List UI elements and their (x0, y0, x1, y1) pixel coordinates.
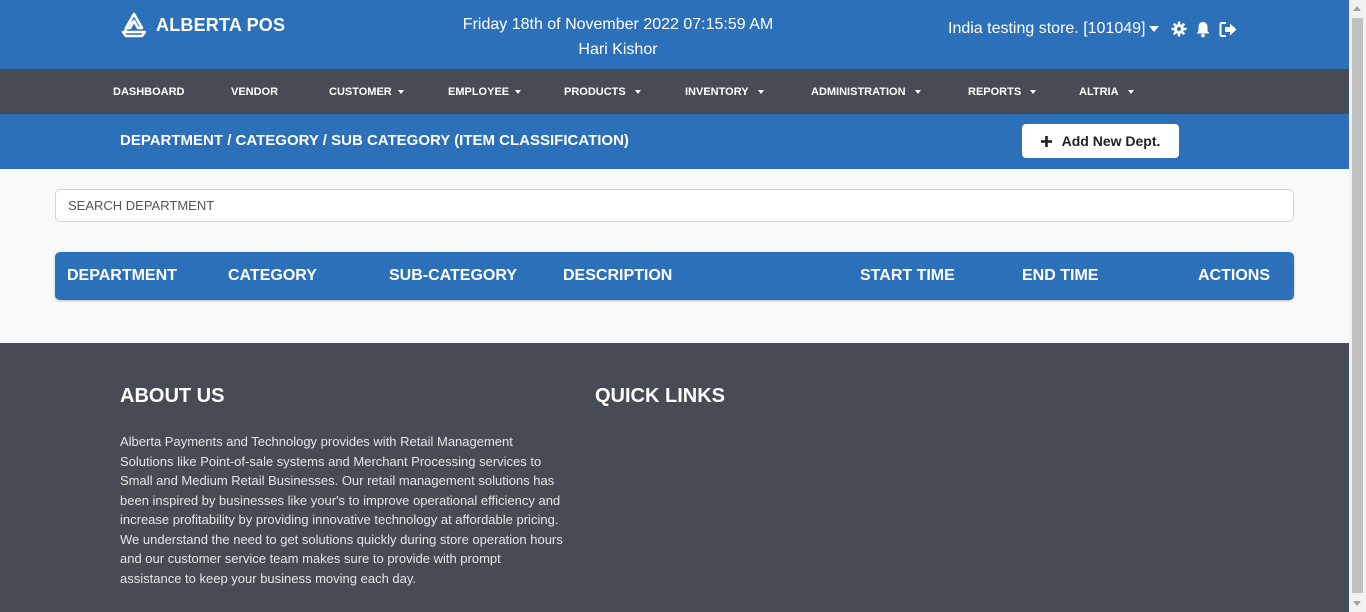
brand[interactable]: ALBERTA POS (120, 12, 285, 38)
add-new-dept-label: Add New Dept. (1061, 133, 1161, 149)
gear-icon[interactable] (1171, 21, 1187, 37)
scroll-up-arrow-icon[interactable] (1353, 6, 1361, 11)
nav-label: ALTRIA (1079, 85, 1119, 98)
page-scrollbar[interactable] (1349, 0, 1366, 612)
footer: ABOUT US Alberta Payments and Technology… (0, 343, 1349, 612)
scrollbar-thumb[interactable] (1352, 18, 1363, 593)
column-end-time: END TIME (1022, 267, 1099, 284)
column-sub-category: SUB-CATEGORY (389, 267, 517, 284)
column-category: CATEGORY (228, 267, 317, 284)
nav-administration[interactable]: ADMINISTRATION (811, 69, 921, 114)
column-description: DESCRIPTION (563, 267, 673, 284)
caret-down-icon (1149, 26, 1160, 32)
column-actions: ACTIONS (1198, 267, 1270, 284)
nav-label: VENDOR (231, 85, 279, 98)
nav-label: CUSTOMER (329, 85, 392, 98)
nav-label: INVENTORY (685, 85, 749, 98)
caret-down-icon (914, 89, 921, 94)
sign-out-icon[interactable] (1219, 21, 1238, 38)
current-datetime: Friday 18th of November 2022 07:15:59 AM (462, 16, 774, 33)
table-header: DEPARTMENT CATEGORY SUB-CATEGORY DESCRIP… (55, 252, 1294, 300)
plus-icon (1040, 135, 1052, 147)
clock: Friday 18th of November 2022 07:15:59 AM… (418, 12, 818, 62)
caret-down-icon (1030, 89, 1037, 94)
nav-label: DASHBOARD (113, 85, 185, 98)
header-actions: India testing store. [101049] (948, 20, 1238, 38)
caret-down-icon (397, 89, 404, 94)
scroll-down-arrow-icon[interactable] (1353, 601, 1361, 606)
nav-dashboard[interactable]: DASHBOARD (113, 69, 185, 114)
quick-links-heading: QUICK LINKS (595, 385, 725, 407)
main-content: DEPARTMENT CATEGORY SUB-CATEGORY DESCRIP… (0, 169, 1349, 343)
add-new-dept-button[interactable]: Add New Dept. (1022, 124, 1179, 158)
page-header: DEPARTMENT / CATEGORY / SUB CATEGORY (IT… (0, 114, 1349, 169)
nav-vendor[interactable]: VENDOR (231, 69, 278, 114)
caret-down-icon (1127, 89, 1134, 94)
page-title: DEPARTMENT / CATEGORY / SUB CATEGORY (IT… (120, 132, 629, 149)
nav-customer[interactable]: CUSTOMER (329, 69, 404, 114)
caret-down-icon (515, 89, 522, 94)
alberta-logo-icon (120, 12, 148, 38)
nav-products[interactable]: PRODUCTS (564, 69, 641, 114)
nav-altria[interactable]: ALTRIA (1079, 69, 1134, 114)
search-department-input[interactable] (55, 189, 1294, 222)
store-selector[interactable]: India testing store. [101049] (948, 20, 1160, 38)
nav-label: PRODUCTS (564, 85, 626, 98)
nav-label: REPORTS (968, 85, 1022, 98)
store-name: India testing store. [101049] (948, 20, 1146, 37)
nav-label: EMPLOYEE (448, 85, 510, 98)
nav-label: ADMINISTRATION (811, 85, 906, 98)
nav-employee[interactable]: EMPLOYEE (448, 69, 522, 114)
caret-down-icon (634, 89, 641, 94)
brand-name: ALBERTA POS (156, 14, 286, 35)
nav-inventory[interactable]: INVENTORY (685, 69, 764, 114)
main-nav: DASHBOARD VENDOR CUSTOMER EMPLOYEE PRODU… (0, 69, 1349, 114)
column-start-time: START TIME (860, 267, 955, 284)
top-header: ALBERTA POS Friday 18th of November 2022… (0, 0, 1349, 69)
caret-down-icon (757, 89, 764, 94)
column-department: DEPARTMENT (67, 267, 177, 284)
about-us-text: Alberta Payments and Technology provides… (120, 434, 563, 586)
about-us-heading: ABOUT US (120, 385, 225, 407)
bell-icon[interactable] (1195, 21, 1211, 38)
current-user: Hari Kishor (578, 41, 658, 58)
nav-reports[interactable]: REPORTS (968, 69, 1037, 114)
